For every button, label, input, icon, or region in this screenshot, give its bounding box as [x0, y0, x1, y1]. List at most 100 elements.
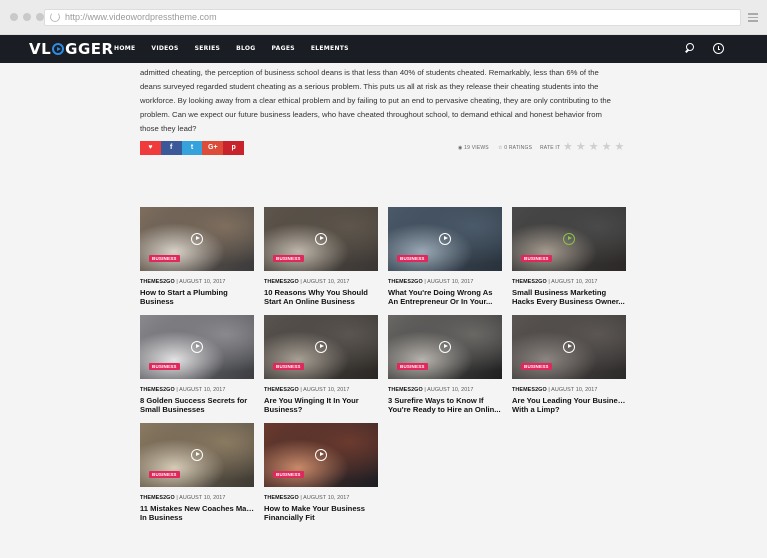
post-title-line[interactable]: Are You Winging It In Your: [264, 396, 378, 405]
post-title-line[interactable]: 3 Surefire Ways to Know If: [388, 396, 502, 405]
post-card[interactable]: BUSINESS THEMES2GO | AUGUST 10, 2017 Are Y…: [264, 315, 378, 414]
post-title-line[interactable]: With a Limp?: [512, 405, 626, 414]
play-icon[interactable]: [439, 341, 451, 353]
post-title-line[interactable]: Small Businesses: [140, 405, 254, 414]
post-thumbnail[interactable]: BUSINESS: [264, 207, 378, 271]
post-thumbnail[interactable]: BUSINESS: [264, 423, 378, 487]
play-icon[interactable]: [191, 233, 203, 245]
category-badge[interactable]: BUSINESS: [273, 471, 304, 478]
post-card[interactable]: BUSINESS THEMES2GO | AUGUST 10, 2017 3 Sur…: [388, 315, 502, 414]
star-icon[interactable]: ★: [576, 141, 586, 153]
play-icon[interactable]: [191, 341, 203, 353]
post-card[interactable]: BUSINESS THEMES2GO | AUGUST 10, 2017 Are Y…: [512, 315, 626, 414]
star-icon[interactable]: ★: [602, 141, 612, 153]
post-title-line[interactable]: Hacks Every Business Owner...: [512, 297, 626, 306]
menu-item-pages[interactable]: PAGES: [272, 45, 295, 52]
play-icon[interactable]: [439, 233, 451, 245]
post-title-line[interactable]: Start An Online Business: [264, 297, 378, 306]
category-badge[interactable]: BUSINESS: [521, 363, 552, 370]
googleplus-share-button[interactable]: G+: [202, 141, 224, 155]
post-card[interactable]: BUSINESS THEMES2GO | AUGUST 10, 2017 What …: [388, 207, 502, 306]
post-thumbnail[interactable]: BUSINESS: [388, 315, 502, 379]
post-title-line[interactable]: Business: [140, 297, 254, 306]
close-window-dot[interactable]: [10, 13, 18, 21]
category-badge[interactable]: BUSINESS: [273, 363, 304, 370]
post-author[interactable]: THEMES2GO: [264, 387, 299, 393]
category-badge[interactable]: BUSINESS: [149, 363, 180, 370]
play-icon[interactable]: [191, 449, 203, 461]
rating-stars[interactable]: ★ ★ ★ ★ ★: [563, 141, 624, 153]
facebook-share-button[interactable]: f: [160, 141, 182, 155]
post-date: AUGUST 10, 2017: [179, 279, 226, 285]
post-title-line[interactable]: Are You Leading Your Business: [512, 396, 626, 405]
post-card[interactable]: BUSINESS THEMES2GO | AUGUST 10, 2017 How t…: [264, 423, 378, 522]
star-icon[interactable]: ★: [615, 141, 625, 153]
post-title-line[interactable]: 10 Reasons Why You Should: [264, 288, 378, 297]
post-author[interactable]: THEMES2GO: [140, 279, 175, 285]
post-card[interactable]: BUSINESS THEMES2GO | AUGUST 10, 2017 11 Mi…: [140, 423, 254, 522]
post-title-line[interactable]: An Entrepreneur Or In Your...: [388, 297, 502, 306]
post-thumbnail[interactable]: BUSINESS: [512, 315, 626, 379]
post-author[interactable]: THEMES2GO: [264, 495, 299, 501]
clock-icon[interactable]: [713, 43, 724, 54]
post-title-line[interactable]: Small Business Marketing: [512, 288, 626, 297]
post-thumbnail[interactable]: BUSINESS: [140, 423, 254, 487]
post-thumbnail[interactable]: BUSINESS: [140, 315, 254, 379]
category-badge[interactable]: BUSINESS: [273, 255, 304, 262]
post-thumbnail[interactable]: BUSINESS: [388, 207, 502, 271]
play-icon[interactable]: [315, 341, 327, 353]
reload-icon[interactable]: [50, 12, 60, 22]
star-icon[interactable]: ★: [563, 141, 573, 153]
category-badge[interactable]: BUSINESS: [521, 255, 552, 262]
site-logo[interactable]: VL GGER: [29, 40, 114, 58]
post-card[interactable]: BUSINESS THEMES2GO | AUGUST 10, 2017 Small…: [512, 207, 626, 306]
post-thumbnail[interactable]: BUSINESS: [264, 315, 378, 379]
menu-item-home[interactable]: HOME: [114, 45, 135, 52]
menu-item-elements[interactable]: ELEMENTS: [311, 45, 349, 52]
like-button[interactable]: ♥: [140, 141, 161, 155]
post-author[interactable]: THEMES2GO: [140, 495, 175, 501]
post-title-line[interactable]: In Business: [140, 513, 254, 522]
post-date: AUGUST 10, 2017: [303, 387, 350, 393]
post-author[interactable]: THEMES2GO: [264, 279, 299, 285]
post-author[interactable]: THEMES2GO: [388, 387, 423, 393]
post-title-line[interactable]: You're Ready to Hire an Onlin...: [388, 405, 502, 414]
post-title-line[interactable]: What You're Doing Wrong As: [388, 288, 502, 297]
star-icon[interactable]: ★: [589, 141, 599, 153]
post-author[interactable]: THEMES2GO: [140, 387, 175, 393]
twitter-share-button[interactable]: t: [181, 141, 203, 155]
post-thumbnail[interactable]: BUSINESS: [140, 207, 254, 271]
post-author[interactable]: THEMES2GO: [388, 279, 423, 285]
category-badge[interactable]: BUSINESS: [149, 471, 180, 478]
play-icon[interactable]: [315, 233, 327, 245]
post-title-line[interactable]: Financially Fit: [264, 513, 378, 522]
search-icon[interactable]: [684, 43, 695, 54]
post-meta: THEMES2GO | AUGUST 10, 2017: [512, 387, 598, 393]
post-card[interactable]: BUSINESS THEMES2GO | AUGUST 10, 2017 8 Gol…: [140, 315, 254, 414]
post-author[interactable]: THEMES2GO: [512, 279, 547, 285]
category-badge[interactable]: BUSINESS: [149, 255, 180, 262]
minimize-window-dot[interactable]: [23, 13, 31, 21]
post-title-line[interactable]: 11 Mistakes New Coaches Make: [140, 504, 254, 513]
post-title-line[interactable]: How to Start a Plumbing: [140, 288, 254, 297]
post-thumbnail[interactable]: BUSINESS: [512, 207, 626, 271]
post-title-line[interactable]: Business?: [264, 405, 378, 414]
play-icon[interactable]: [563, 341, 575, 353]
post-author[interactable]: THEMES2GO: [512, 387, 547, 393]
play-icon[interactable]: [563, 233, 575, 245]
pinterest-share-button[interactable]: p: [223, 141, 244, 155]
post-card[interactable]: BUSINESS THEMES2GO | AUGUST 10, 2017 How t…: [140, 207, 254, 306]
menu-item-blog[interactable]: BLOG: [236, 45, 255, 52]
menu-item-series[interactable]: SERIES: [195, 45, 221, 52]
post-card[interactable]: BUSINESS THEMES2GO | AUGUST 10, 2017 10 Re…: [264, 207, 378, 306]
article-line: those they lead?: [140, 124, 197, 133]
category-badge[interactable]: BUSINESS: [397, 255, 428, 262]
menu-item-videos[interactable]: VIDEOS: [151, 45, 178, 52]
play-icon[interactable]: [315, 449, 327, 461]
browser-menu-icon[interactable]: [748, 13, 758, 24]
post-title-line[interactable]: 8 Golden Success Secrets for: [140, 396, 254, 405]
post-title-line[interactable]: How to Make Your Business: [264, 504, 378, 513]
address-bar[interactable]: http://www.videowordpresstheme.com: [44, 9, 741, 26]
category-badge[interactable]: BUSINESS: [397, 363, 428, 370]
maximize-window-dot[interactable]: [36, 13, 44, 21]
